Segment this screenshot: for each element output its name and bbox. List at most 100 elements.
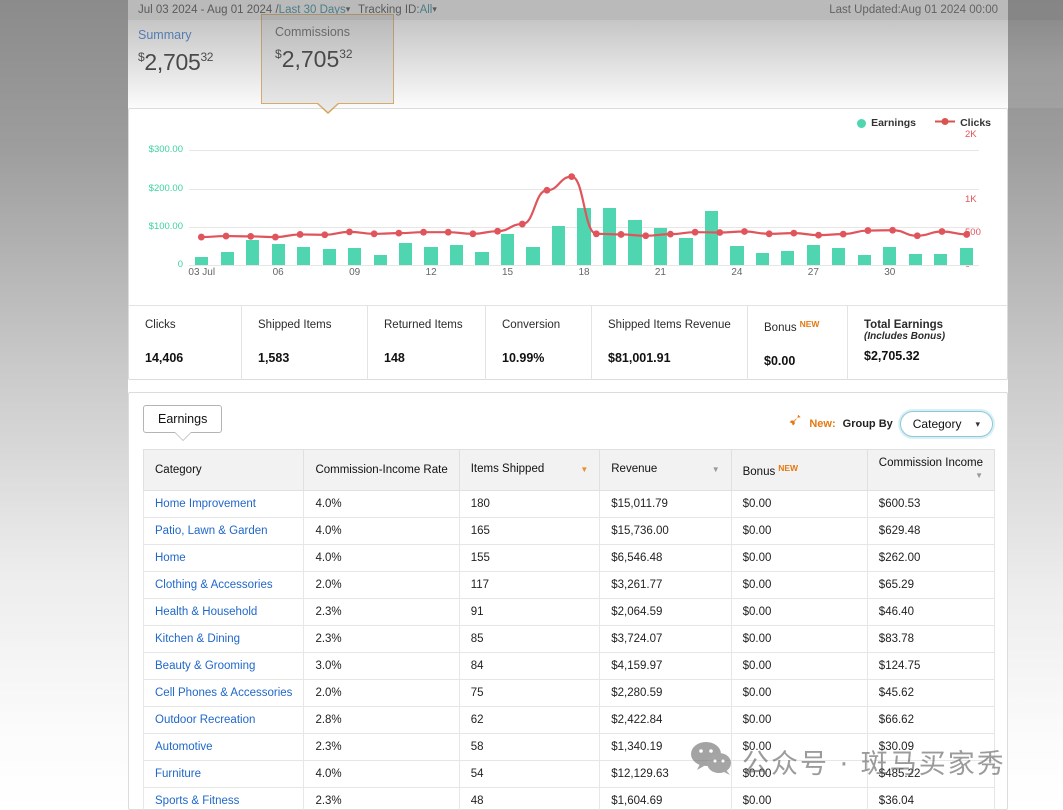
cell-category[interactable]: Automotive [142,733,305,761]
cell-bonus: $0.00 [730,706,868,734]
dim-overlay-left [0,0,128,810]
stat-card: Shipped Items Revenue $81,001.91 [592,306,748,380]
table-header-commission-income-rate[interactable]: Commission-Income Rate [303,449,460,491]
cell-category[interactable]: Patio, Lawn & Garden [142,517,305,545]
stat-card: Shipped Items 1,583 [242,306,368,380]
cell-category[interactable]: Sports & Fitness [142,787,305,810]
table-row: Furniture 4.0% 54 $12,129.63 $0.00 $485.22 [142,760,996,788]
cell-category[interactable]: Kitchen & Dining [142,625,305,653]
cell-rate: 4.0% [303,517,460,545]
cell-items-shipped: 155 [458,544,601,572]
y-axis-tick-left: $100.00 [148,220,183,232]
table-row: Automotive 2.3% 58 $1,340.19 $0.00 $30.09 [142,733,996,761]
cell-items-shipped: 84 [458,652,601,680]
summary-strip: Summary $2,70532 [128,20,1008,108]
stat-value: $2,705.32 [864,349,920,363]
cell-commission-income: $30.09 [866,733,996,761]
sort-arrow-icon[interactable]: ▼ [975,469,983,483]
cell-rate: 2.3% [303,787,460,810]
sort-arrow-icon[interactable]: ▼ [712,463,720,477]
cell-bonus: $0.00 [730,760,868,788]
cell-commission-income: $36.04 [866,787,996,810]
cell-commission-income: $45.62 [866,679,996,707]
table-row: Beauty & Grooming 3.0% 84 $4,159.97 $0.00 $12… [142,652,996,680]
legend-item-earnings[interactable]: Earnings [857,117,916,129]
stat-label: Total Earnings [864,319,944,331]
stat-label: Conversion [502,319,561,331]
cell-bonus: $0.00 [730,544,868,572]
stat-value: $0.00 [764,354,796,368]
table-header-revenue[interactable]: Revenue ▼ [599,449,732,491]
cell-category[interactable]: Furniture [142,760,305,788]
date-range-text: Jul 03 2024 - Aug 01 2024 / [138,4,279,16]
cell-items-shipped: 165 [458,517,601,545]
cell-revenue: $3,724.07 [599,625,732,653]
stat-label: Shipped Items [258,319,332,331]
legend-item-clicks[interactable]: Clicks [935,117,991,129]
tab-earnings[interactable]: Earnings [143,405,223,441]
cell-rate: 2.0% [303,571,460,599]
table-row: Home 4.0% 155 $6,546.48 $0.00 $262.00 [142,544,996,572]
table-row: Home Improvement 4.0% 180 $15,011.79 $0.00 $6… [142,490,996,518]
table-header-items-shipped[interactable]: Items Shipped ▼ [458,449,601,491]
cell-rate: 3.0% [303,652,460,680]
cell-commission-income: $124.75 [866,652,996,680]
summary-amount: $2,70532 [138,49,213,76]
summary-label[interactable]: Summary [138,28,213,42]
cell-category[interactable]: Health & Household [142,598,305,626]
cell-rate: 2.3% [303,625,460,653]
cell-items-shipped: 54 [458,760,601,788]
cell-commission-income: $600.53 [866,490,996,518]
cell-commission-income: $262.00 [866,544,996,572]
cell-revenue: $2,280.59 [599,679,732,707]
cell-rate: 4.0% [303,490,460,518]
cell-commission-income: $66.62 [866,706,996,734]
cell-category[interactable]: Home [142,544,305,572]
cell-commission-income: $65.29 [866,571,996,599]
chart-legend: Earnings Clicks [841,117,991,129]
cell-category[interactable]: Home Improvement [142,490,305,518]
stat-value: 148 [384,351,405,365]
cell-commission-income: $83.78 [866,625,996,653]
table-header-label: Category [155,464,202,476]
legend-label-earnings: Earnings [871,117,916,130]
table-row: Outdoor Recreation 2.8% 62 $2,422.84 $0.00 $6… [142,706,996,734]
chevron-down-icon: ▾ [975,418,980,429]
commissions-popover[interactable]: Commissions $2,70532 [261,14,394,114]
table-header-commission-income[interactable]: Commission Income ▼ [866,449,996,491]
group-by-control: New: Group By Category ▾ [788,411,993,437]
table-header-category[interactable]: Category [142,449,305,491]
earnings-table: Category Commission-Income Rate Items Ship… [142,449,996,810]
cell-bonus: $0.00 [730,679,868,707]
group-by-select[interactable]: Category ▾ [899,411,993,437]
table-header-bonus[interactable]: Bonus NEW [730,449,868,491]
cell-rate: 2.3% [303,733,460,761]
y-axis-tick-left: $200.00 [148,182,183,194]
cell-items-shipped: 62 [458,706,601,734]
cell-revenue: $3,261.77 [599,571,732,599]
y-axis-tick-left: $300.00 [148,144,183,156]
cell-revenue: $1,604.69 [599,787,732,810]
legend-label-clicks: Clicks [960,117,991,130]
cell-category[interactable]: Beauty & Grooming [142,652,305,680]
chart-gridline [189,265,979,266]
cell-items-shipped: 75 [458,679,601,707]
sort-arrow-icon[interactable]: ▼ [580,463,588,477]
cell-category[interactable]: Clothing & Accessories [142,571,305,599]
stat-label: Shipped Items Revenue [608,319,731,331]
summary-card[interactable]: Summary $2,70532 [138,28,213,76]
cell-category[interactable]: Cell Phones & Accessories [142,679,305,707]
y-axis-tick-left: 0 [177,259,183,270]
tracking-id-value[interactable]: All [420,4,433,16]
stat-label: Clicks [145,319,176,331]
table-row: Clothing & Accessories 2.0% 117 $3,261.77 $0… [142,571,996,599]
cell-bonus: $0.00 [730,787,868,810]
cell-bonus: $0.00 [730,490,868,518]
x-axis-tick: 30 [884,267,896,278]
table-row: Health & Household 2.3% 91 $2,064.59 $0.00 $4… [142,598,996,626]
cell-category[interactable]: Outdoor Recreation [142,706,305,734]
table-header-label: Commission-Income Rate [315,464,448,476]
cell-rate: 2.0% [303,679,460,707]
cell-items-shipped: 180 [458,490,601,518]
table-header-label: Bonus [742,465,776,478]
